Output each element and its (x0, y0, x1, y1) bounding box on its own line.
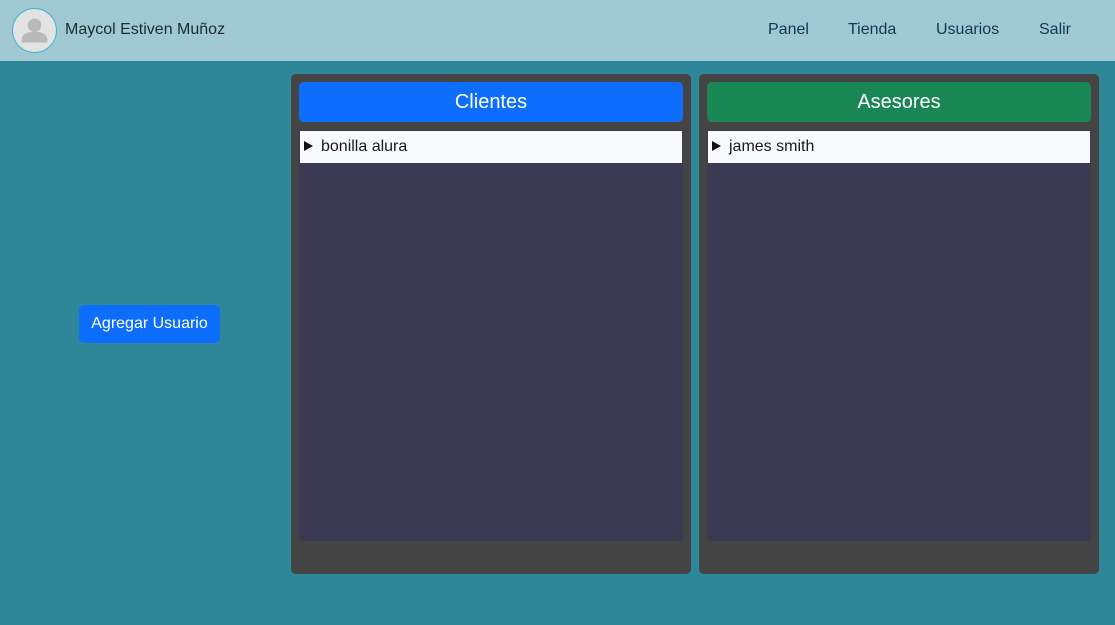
clientes-panel-title: Clientes (299, 82, 683, 122)
asesores-list: james smith (707, 130, 1091, 541)
list-item[interactable]: bonilla alura (300, 131, 682, 163)
caret-right-icon (304, 140, 313, 151)
list-item-label: bonilla alura (321, 138, 408, 155)
asesores-panel-title: Asesores (707, 82, 1091, 122)
list-item-label: james smith (729, 138, 815, 155)
nav-link-usuarios[interactable]: Usuarios (936, 21, 999, 39)
add-user-button[interactable]: Agregar Usuario (79, 305, 220, 343)
clientes-list: bonilla alura (299, 130, 683, 541)
top-navbar: Maycol Estiven Muñoz Panel Tienda Usuari… (0, 0, 1115, 61)
clientes-panel: Clientes bonilla alura (291, 74, 691, 574)
list-item[interactable]: james smith (708, 131, 1090, 163)
user-name: Maycol Estiven Muñoz (65, 21, 226, 38)
nav-link-salir[interactable]: Salir (1039, 21, 1071, 39)
asesores-panel: Asesores james smith (699, 74, 1099, 574)
avatar-silhouette-icon (21, 18, 48, 43)
nav-link-panel[interactable]: Panel (768, 21, 809, 39)
nav-link-tienda[interactable]: Tienda (848, 21, 896, 39)
user-avatar-icon (12, 8, 57, 53)
caret-right-icon (712, 140, 721, 151)
